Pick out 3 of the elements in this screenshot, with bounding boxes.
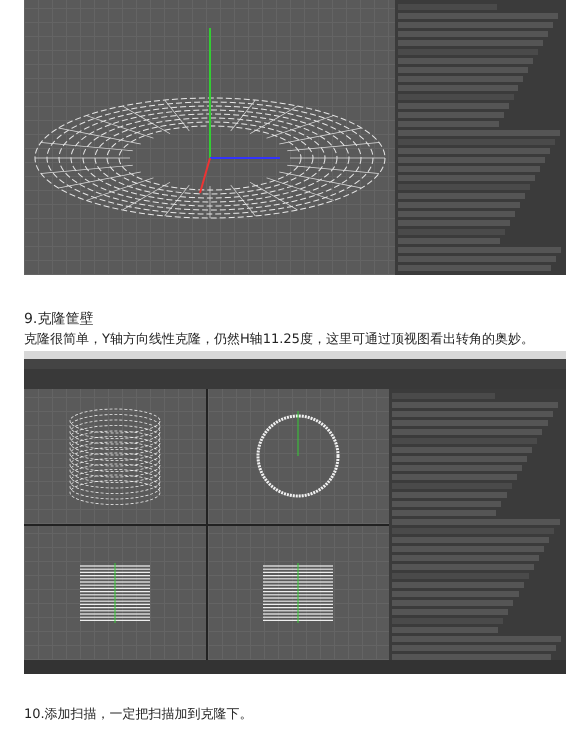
step-text: 10.添加扫描，一定把扫描加到克隆下。 xyxy=(24,706,254,724)
step-text: 克隆很简单，Y轴方向线性克隆，仍然H轴11.25度，这里可通过顶视图看出转角的奥妙。 xyxy=(24,331,535,349)
step-heading: 9.克隆筐壁 xyxy=(24,310,94,329)
